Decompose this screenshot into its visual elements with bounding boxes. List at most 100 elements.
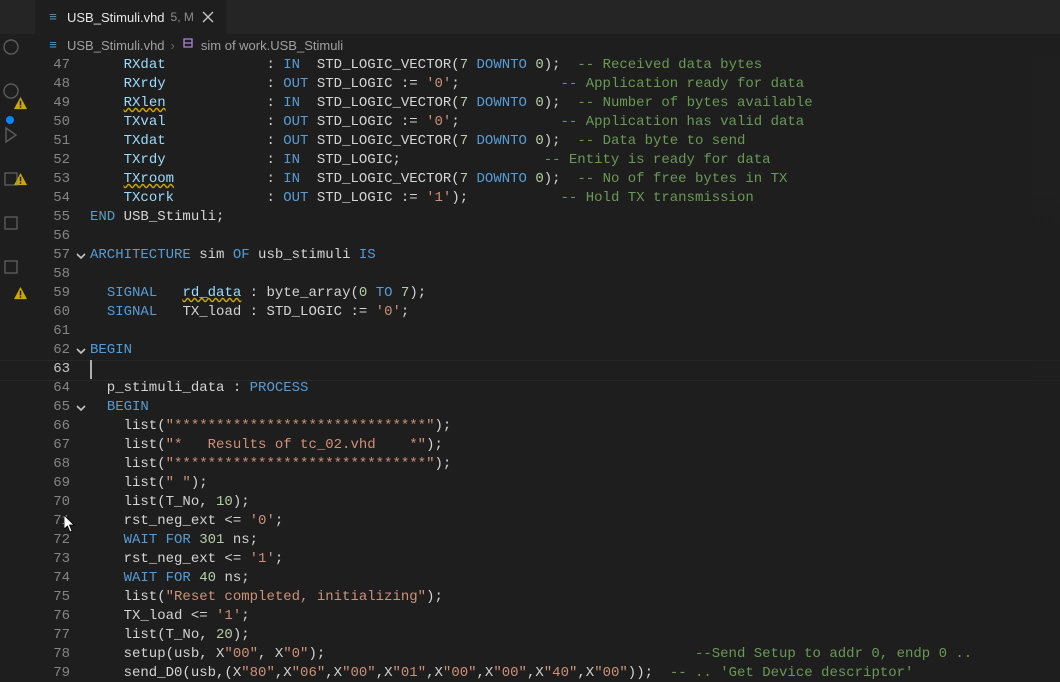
code-line[interactable]: TXval : OUT STD_LOGIC := '0'; -- Applica… bbox=[90, 113, 1060, 132]
line-number: 47 bbox=[40, 56, 72, 75]
code-line[interactable] bbox=[90, 227, 1060, 246]
activity-bar bbox=[0, 38, 23, 276]
fold-slot bbox=[72, 626, 90, 645]
fold-slot bbox=[72, 151, 90, 170]
line-number: 66 bbox=[40, 417, 72, 436]
chevron-right-icon: › bbox=[171, 36, 175, 55]
line-number: 51 bbox=[40, 132, 72, 151]
line-number: 54 bbox=[40, 189, 72, 208]
fold-slot bbox=[72, 303, 90, 322]
glyph-slot bbox=[0, 360, 40, 379]
line-number: 76 bbox=[40, 607, 72, 626]
code-line[interactable]: WAIT FOR 301 ns; bbox=[90, 531, 1060, 550]
minimap[interactable] bbox=[1032, 56, 1060, 676]
tab-scm-badge: 5, M bbox=[171, 8, 194, 27]
editor-tab[interactable]: ≡ USB_Stimuli.vhd 5, M bbox=[35, 0, 226, 34]
fold-toggle-icon[interactable] bbox=[72, 341, 90, 360]
code-line[interactable]: send_D0(usb,(X"80",X"06",X"00",X"01",X"0… bbox=[90, 664, 1060, 682]
code-line[interactable]: TXdat : OUT STD_LOGIC_VECTOR(7 DOWNTO 0)… bbox=[90, 132, 1060, 151]
fold-slot bbox=[72, 474, 90, 493]
fold-slot bbox=[72, 284, 90, 303]
code-editor[interactable]: 4748495051525354555657585960616263646566… bbox=[0, 56, 1060, 682]
code-line[interactable]: list("******************************"); bbox=[90, 417, 1060, 436]
line-number: 78 bbox=[40, 645, 72, 664]
code-line[interactable]: RXdat : IN STD_LOGIC_VECTOR(7 DOWNTO 0);… bbox=[90, 56, 1060, 75]
activity-icon[interactable] bbox=[2, 126, 20, 144]
fold-slot bbox=[72, 607, 90, 626]
code-line[interactable]: BEGIN bbox=[90, 398, 1060, 417]
line-number: 59 bbox=[40, 284, 72, 303]
glyph-slot bbox=[0, 664, 40, 682]
code-line[interactable] bbox=[90, 265, 1060, 284]
code-line[interactable] bbox=[90, 322, 1060, 341]
code-line[interactable]: list(" "); bbox=[90, 474, 1060, 493]
code-line[interactable]: SIGNAL TX_load : STD_LOGIC := '0'; bbox=[90, 303, 1060, 322]
glyph-slot bbox=[0, 436, 40, 455]
glyph-slot bbox=[0, 322, 40, 341]
glyph-slot bbox=[0, 531, 40, 550]
glyph-slot bbox=[0, 493, 40, 512]
fold-slot bbox=[72, 322, 90, 341]
code-line[interactable]: setup(usb, X"00", X"0"); --Send Setup to… bbox=[90, 645, 1060, 664]
fold-slot bbox=[72, 360, 90, 379]
code-line[interactable]: TXrdy : IN STD_LOGIC; -- Entity is ready… bbox=[90, 151, 1060, 170]
code-line[interactable]: END USB_Stimuli; bbox=[90, 208, 1060, 227]
fold-slot bbox=[72, 75, 90, 94]
code-area[interactable]: RXdat : IN STD_LOGIC_VECTOR(7 DOWNTO 0);… bbox=[90, 56, 1060, 682]
fold-slot bbox=[72, 493, 90, 512]
code-line[interactable]: TXroom : IN STD_LOGIC_VECTOR(7 DOWNTO 0)… bbox=[90, 170, 1060, 189]
line-number: 68 bbox=[40, 455, 72, 474]
file-icon: ≡ bbox=[45, 8, 61, 27]
line-number: 60 bbox=[40, 303, 72, 322]
breadcrumb-file: USB_Stimuli.vhd bbox=[67, 36, 165, 55]
code-line[interactable]: RXrdy : OUT STD_LOGIC := '0'; -- Applica… bbox=[90, 75, 1060, 94]
activity-icon[interactable] bbox=[2, 214, 20, 232]
breadcrumb[interactable]: ≡ USB_Stimuli.vhd › sim of work.USB_Stim… bbox=[0, 34, 1060, 56]
fold-toggle-icon[interactable] bbox=[72, 398, 90, 417]
code-line[interactable]: list(T_No, 20); bbox=[90, 626, 1060, 645]
code-line[interactable]: list(T_No, 10); bbox=[90, 493, 1060, 512]
tab-bar: ≡ USB_Stimuli.vhd 5, M bbox=[0, 0, 1060, 34]
code-line[interactable]: SIGNAL rd_data : byte_array(0 TO 7); bbox=[90, 284, 1060, 303]
code-line[interactable]: list("Reset completed, initializing"); bbox=[90, 588, 1060, 607]
code-line[interactable]: rst_neg_ext <= '0'; bbox=[90, 512, 1060, 531]
code-line[interactable]: rst_neg_ext <= '1'; bbox=[90, 550, 1060, 569]
activity-icon[interactable] bbox=[2, 38, 20, 56]
activity-icon[interactable] bbox=[2, 170, 20, 188]
line-number: 49 bbox=[40, 94, 72, 113]
line-number: 77 bbox=[40, 626, 72, 645]
code-line[interactable]: ARCHITECTURE sim OF usb_stimuli IS bbox=[90, 246, 1060, 265]
code-line[interactable]: list("* Results of tc_02.vhd *"); bbox=[90, 436, 1060, 455]
line-number: 53 bbox=[40, 170, 72, 189]
line-number: 67 bbox=[40, 436, 72, 455]
code-line[interactable]: list("******************************"); bbox=[90, 455, 1060, 474]
fold-slot bbox=[72, 531, 90, 550]
glyph-slot bbox=[0, 455, 40, 474]
fold-toggle-icon[interactable] bbox=[72, 246, 90, 265]
warning-icon[interactable] bbox=[0, 284, 40, 303]
line-number: 62 bbox=[40, 341, 72, 360]
fold-slot bbox=[72, 132, 90, 151]
code-line[interactable]: TXcork : OUT STD_LOGIC := '1'); -- Hold … bbox=[90, 189, 1060, 208]
glyph-slot bbox=[0, 379, 40, 398]
line-number: 63 bbox=[40, 360, 72, 379]
code-line[interactable]: WAIT FOR 40 ns; bbox=[90, 569, 1060, 588]
glyph-slot bbox=[0, 303, 40, 322]
activity-icon[interactable] bbox=[2, 82, 20, 100]
code-line[interactable] bbox=[90, 360, 1060, 379]
line-number-gutter: 4748495051525354555657585960616263646566… bbox=[40, 56, 72, 682]
fold-slot bbox=[72, 379, 90, 398]
fold-slot bbox=[72, 417, 90, 436]
line-number: 70 bbox=[40, 493, 72, 512]
glyph-slot bbox=[0, 588, 40, 607]
fold-slot bbox=[72, 455, 90, 474]
fold-slot bbox=[72, 664, 90, 682]
code-line[interactable]: TX_load <= '1'; bbox=[90, 607, 1060, 626]
tab-filename: USB_Stimuli.vhd bbox=[67, 8, 165, 27]
code-line[interactable]: RXlen : IN STD_LOGIC_VECTOR(7 DOWNTO 0);… bbox=[90, 94, 1060, 113]
activity-icon[interactable] bbox=[2, 258, 20, 276]
close-icon[interactable] bbox=[200, 9, 216, 25]
code-line[interactable]: BEGIN bbox=[90, 341, 1060, 360]
glyph-slot bbox=[0, 645, 40, 664]
code-line[interactable]: p_stimuli_data : PROCESS bbox=[90, 379, 1060, 398]
